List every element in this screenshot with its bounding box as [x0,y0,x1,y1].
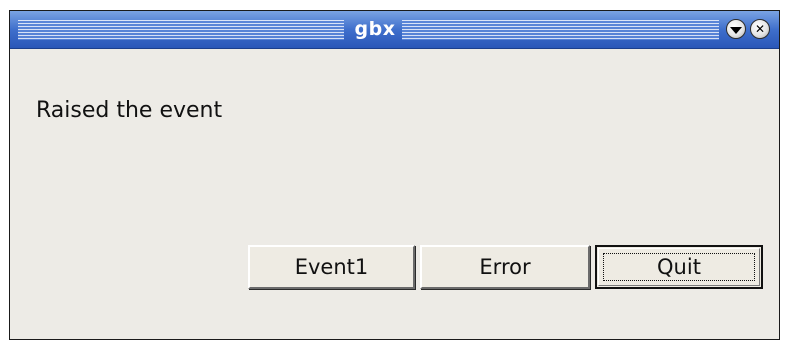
x-icon: ✕ [754,22,766,36]
event1-button-label: Event1 [294,255,369,279]
title-bar-grip-left [18,20,344,40]
error-button-label: Error [479,255,531,279]
dialog-window: gbx ✕ Raised the event Event1 Error Quit [9,10,780,340]
status-message: Raised the event [36,98,223,123]
close-button[interactable]: ✕ [750,19,770,39]
triangle-down-icon [727,20,745,38]
minimize-button[interactable] [726,19,746,39]
title-bar[interactable]: gbx ✕ [10,11,779,49]
quit-button[interactable]: Quit [595,245,763,289]
error-button[interactable]: Error [420,245,590,289]
window-title: gbx [354,18,396,40]
quit-button-label: Quit [657,255,701,279]
event1-button[interactable]: Event1 [248,245,415,289]
title-bar-grip-right [402,20,719,40]
